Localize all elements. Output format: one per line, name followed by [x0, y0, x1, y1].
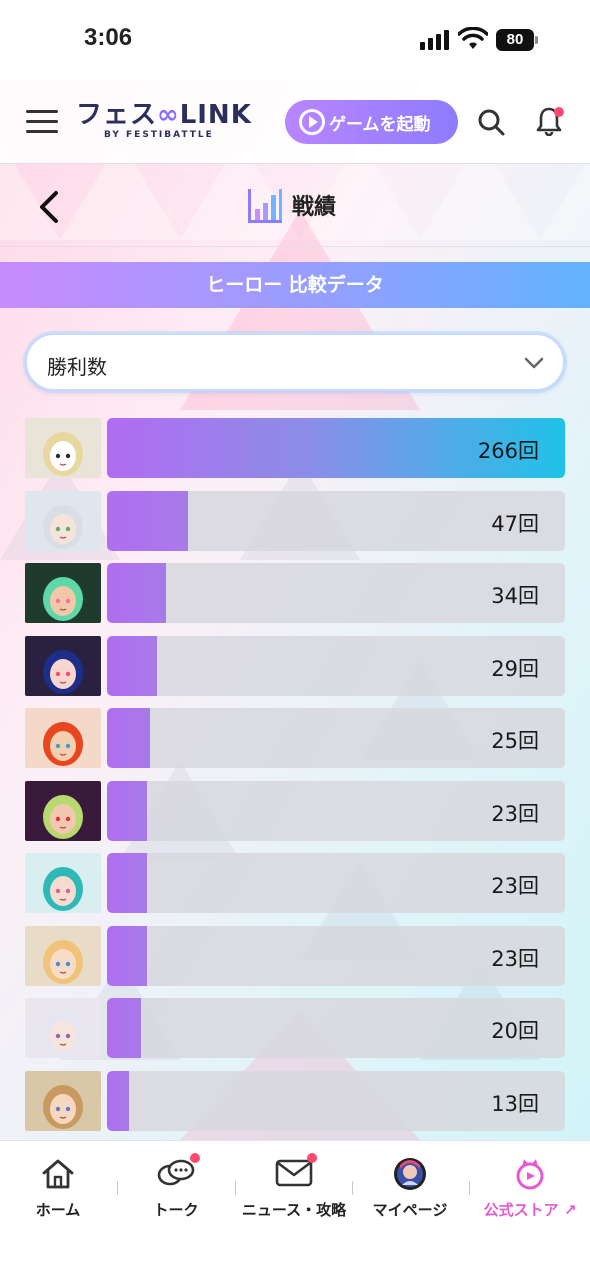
section-banner: ヒーロー 比較データ: [0, 262, 590, 308]
hamburger-menu-icon[interactable]: [26, 110, 58, 134]
white-hair-hero-avatar[interactable]: [25, 998, 101, 1058]
mail-icon: [275, 1159, 313, 1187]
launch-game-button[interactable]: ゲームを起動: [285, 100, 458, 144]
value-bar-fill: [107, 636, 157, 696]
search-icon[interactable]: [477, 108, 505, 136]
page-title-bar: 戦績: [0, 165, 590, 247]
wifi-icon: [458, 27, 488, 49]
red-hair-hero-avatar[interactable]: [25, 708, 101, 768]
win-count-value: 47回: [491, 512, 539, 536]
talk-badge: [190, 1153, 200, 1163]
bar-chart-icon: [248, 189, 282, 223]
signal-icon: [420, 30, 449, 50]
news-badge: [307, 1153, 317, 1163]
nav-home[interactable]: ホーム: [8, 1141, 108, 1235]
app-logo[interactable]: フェス∞LINK BY FESTIBATTLE: [76, 100, 256, 150]
external-link-icon: ↗: [558, 1201, 577, 1219]
value-bar-track: 23回: [107, 853, 565, 913]
teal-twintail-hero-avatar[interactable]: [25, 853, 101, 913]
brown-hair-hero-avatar[interactable]: [25, 1071, 101, 1131]
bottom-navigation: ホーム トーク ニュース・攻略 マイページ 公式ストア ↗: [0, 1140, 590, 1234]
value-bar-fill: [107, 998, 141, 1058]
battery-indicator: 80: [496, 29, 534, 51]
nav-mypage[interactable]: マイページ: [360, 1141, 460, 1235]
win-count-value: 29回: [491, 657, 539, 681]
home-icon: [42, 1159, 74, 1189]
battery-tip: [535, 36, 538, 44]
value-bar-track: 29回: [107, 636, 565, 696]
chevron-down-icon: [524, 357, 544, 369]
stat-type-select[interactable]: 勝利数: [25, 333, 565, 391]
value-bar-fill: [107, 563, 166, 623]
hero-row: 23回: [25, 853, 565, 913]
hero-row: 29回: [25, 636, 565, 696]
hero-row: 20回: [25, 998, 565, 1058]
hero-row: 13回: [25, 1071, 565, 1131]
nav-divider: [469, 1181, 470, 1195]
value-bar-fill: [107, 708, 150, 768]
page-title: 戦績: [292, 195, 337, 220]
stat-type-selected: 勝利数: [47, 355, 107, 379]
status-time: 3:06: [84, 24, 133, 51]
play-icon: [299, 109, 325, 135]
hero-row: 47回: [25, 491, 565, 551]
value-bar-fill: [107, 491, 188, 551]
value-bar-track: 47回: [107, 491, 565, 551]
nav-divider: [352, 1181, 353, 1195]
value-bar-track: 20回: [107, 998, 565, 1058]
win-count-value: 20回: [491, 1019, 539, 1043]
win-count-value: 23回: [491, 874, 539, 898]
nav-store[interactable]: 公式ストア ↗: [476, 1141, 584, 1235]
nav-store-label: 公式ストア ↗: [483, 1201, 577, 1219]
value-bar-fill: [107, 781, 147, 841]
nav-talk-label: トーク: [153, 1201, 199, 1219]
navy-hair-hero-avatar[interactable]: [25, 636, 101, 696]
value-bar-fill: [107, 926, 147, 986]
win-count-value: 23回: [491, 947, 539, 971]
store-icon: [516, 1159, 544, 1190]
blonde-hero-avatar[interactable]: [25, 926, 101, 986]
nav-divider: [235, 1181, 236, 1195]
app-header: フェス∞LINK BY FESTIBATTLE ゲームを起動: [0, 80, 590, 164]
hero-row: 23回: [25, 781, 565, 841]
nav-talk[interactable]: トーク: [126, 1141, 226, 1235]
win-count-value: 266回: [477, 439, 539, 463]
silver-hair-hero-avatar[interactable]: [25, 491, 101, 551]
nav-news-label: ニュース・攻略: [241, 1201, 347, 1219]
logo-subtitle: BY FESTIBATTLE: [104, 130, 214, 140]
nav-mypage-label: マイページ: [372, 1201, 448, 1219]
value-bar-track: 13回: [107, 1071, 565, 1131]
value-bar-fill: [107, 1071, 129, 1131]
lime-hair-hero-avatar[interactable]: [25, 781, 101, 841]
cat-hero-avatar[interactable]: [25, 418, 101, 478]
home-indicator-area: [0, 1234, 590, 1280]
infinity-logo-icon: ∞: [157, 100, 180, 130]
value-bar-track: 34回: [107, 563, 565, 623]
value-bar-fill: [107, 853, 147, 913]
hero-row: 23回: [25, 926, 565, 986]
value-bar-track: 23回: [107, 926, 565, 986]
win-count-value: 25回: [491, 729, 539, 753]
nav-divider: [117, 1181, 118, 1195]
win-count-value: 23回: [491, 802, 539, 826]
hero-row: 34回: [25, 563, 565, 623]
value-bar-track: 25回: [107, 708, 565, 768]
back-arrow-icon[interactable]: [34, 187, 64, 227]
nav-news[interactable]: ニュース・攻略: [237, 1141, 351, 1235]
avatar-icon: [394, 1158, 426, 1190]
win-count-value: 34回: [491, 584, 539, 608]
logo-text: フェス: [76, 100, 158, 130]
launch-game-label: ゲームを起動: [329, 114, 431, 135]
value-bar-track: 23回: [107, 781, 565, 841]
green-hair-hero-avatar[interactable]: [25, 563, 101, 623]
value-bar-track: 266回: [107, 418, 565, 478]
win-count-value: 13回: [491, 1092, 539, 1116]
hero-row: 266回: [25, 418, 565, 478]
hero-row: 25回: [25, 708, 565, 768]
chat-icon: [157, 1159, 195, 1186]
logo-link-text: LINK: [179, 100, 252, 130]
notification-badge: [554, 107, 564, 117]
nav-home-label: ホーム: [35, 1201, 81, 1219]
status-bar: 3:06 80: [0, 0, 590, 80]
